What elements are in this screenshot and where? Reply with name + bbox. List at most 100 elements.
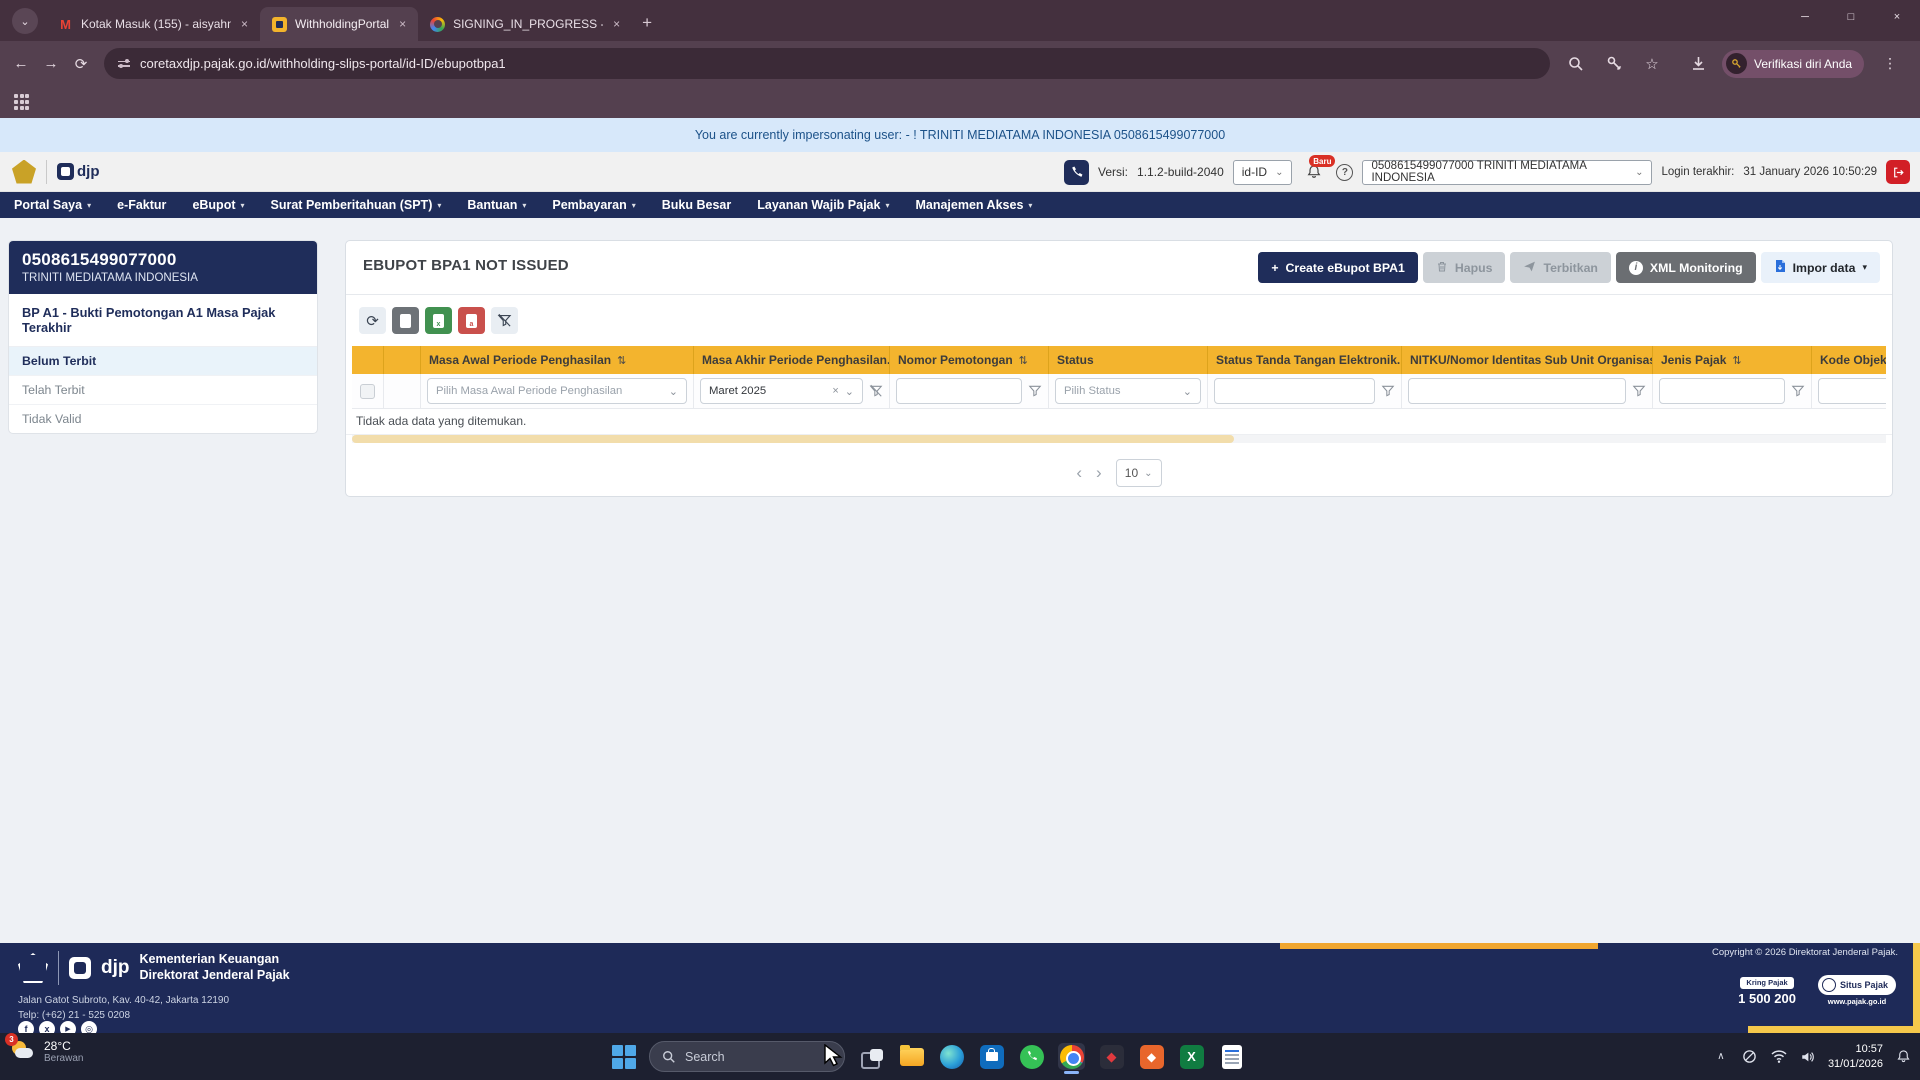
nav-spt[interactable]: Surat Pemberitahuan (SPT)▾ [271, 198, 442, 212]
do-not-disturb-icon[interactable] [1741, 1049, 1759, 1064]
column-status-ttd[interactable]: Status Tanda Tangan Elektronik... [1208, 346, 1402, 374]
funnel-icon[interactable] [1028, 384, 1042, 398]
select-all-checkbox[interactable] [360, 384, 375, 399]
footer-scrollbar-thumb[interactable] [1280, 943, 1598, 949]
jenis-pajak-input[interactable] [1659, 378, 1785, 404]
nav-manajemen-akses[interactable]: Manajemen Akses▾ [915, 198, 1032, 212]
export-pdf-button[interactable]: a [458, 307, 485, 334]
masa-akhir-select[interactable]: Maret 2025 × ⌄ [700, 378, 863, 404]
site-settings-icon[interactable] [118, 61, 130, 67]
red-app-button[interactable]: ◆ [1098, 1043, 1125, 1070]
sidebar-item-tidak-valid[interactable]: Tidak Valid [9, 405, 317, 433]
nav-e-faktur[interactable]: e-Faktur [117, 198, 166, 212]
help-button[interactable]: ? [1336, 164, 1353, 181]
tab-withholding-portal[interactable]: WithholdingPortal × [260, 7, 418, 41]
page-size-select[interactable]: 10 ⌄ [1116, 459, 1162, 487]
bottom-scrollbar[interactable] [1748, 1026, 1913, 1033]
refresh-button[interactable]: ⟳ [359, 307, 386, 334]
tab-search-button[interactable]: ⌄ [12, 8, 38, 34]
nav-bantuan[interactable]: Bantuan▾ [467, 198, 526, 212]
notification-bell-button[interactable]: Baru [1301, 159, 1327, 185]
xml-monitoring-button[interactable]: i XML Monitoring [1616, 252, 1756, 283]
bookmark-star-icon[interactable]: ☆ [1640, 55, 1664, 73]
file-explorer-button[interactable] [898, 1043, 925, 1070]
tab-signing-in-progress[interactable]: SIGNING_IN_PROGRESS - Penel × [418, 7, 632, 41]
maximize-button[interactable]: □ [1828, 0, 1874, 34]
export-excel-button[interactable]: x [425, 307, 452, 334]
column-nitku[interactable]: NITKU/Nomor Identitas Sub Unit Organisas… [1402, 346, 1653, 374]
notification-bell-icon[interactable] [1894, 1049, 1912, 1064]
nav-buku-besar[interactable]: Buku Besar [662, 198, 731, 212]
hapus-button[interactable]: Hapus [1423, 252, 1506, 283]
start-button[interactable] [612, 1045, 636, 1069]
sort-icon[interactable]: ⇅ [1732, 354, 1741, 367]
sort-icon[interactable]: ⇅ [1019, 354, 1028, 367]
microsoft-store-button[interactable] [978, 1043, 1005, 1070]
tab-gmail[interactable]: M Kotak Masuk (155) - aisyahnuru × [46, 7, 260, 41]
close-tab-icon[interactable]: × [611, 17, 622, 31]
djp-logo[interactable]: djp [57, 163, 100, 180]
sidebar-item-belum-terbit[interactable]: Belum Terbit [9, 347, 317, 376]
close-window-button[interactable]: × [1874, 0, 1920, 34]
contact-phone-button[interactable] [1064, 160, 1089, 185]
nav-layanan-wajib-pajak[interactable]: Layanan Wajib Pajak▾ [757, 198, 889, 212]
zoom-icon[interactable] [1564, 56, 1588, 72]
horizontal-scrollbar[interactable] [352, 435, 1886, 443]
column-kode-objek[interactable]: Kode Objek Pa [1812, 346, 1886, 374]
terbitkan-button[interactable]: Terbitkan [1510, 252, 1610, 283]
tray-chevron-up-icon[interactable]: ∧ [1712, 1051, 1730, 1062]
taskbar-weather-widget[interactable]: 3 28°C Berawan [10, 1038, 83, 1064]
vertical-scrollbar[interactable] [1913, 943, 1920, 1033]
logout-button[interactable] [1886, 160, 1910, 184]
url-text[interactable]: coretaxdjp.pajak.go.id/withholding-slips… [140, 56, 506, 71]
impor-data-button[interactable]: Impor data ▾ [1761, 252, 1880, 283]
column-masa-akhir[interactable]: Masa Akhir Periode Penghasilan... [694, 346, 890, 374]
browser-menu-kebab-icon[interactable]: ⋮ [1878, 55, 1902, 72]
orange-app-button[interactable]: ◆ [1138, 1043, 1165, 1070]
nomor-pemotongan-input[interactable] [896, 378, 1022, 404]
kode-objek-input[interactable] [1818, 378, 1886, 404]
taskbar-clock[interactable]: 10:57 31/01/2026 [1828, 1042, 1883, 1072]
prev-page-button[interactable]: ‹ [1076, 463, 1082, 483]
back-button[interactable]: ← [6, 55, 36, 72]
excel-button[interactable]: X [1178, 1043, 1205, 1070]
funnel-icon[interactable] [1381, 384, 1395, 398]
minimize-button[interactable]: ─ [1782, 0, 1828, 34]
close-tab-icon[interactable]: × [239, 17, 250, 31]
export-csv-button[interactable] [392, 307, 419, 334]
address-bar[interactable]: coretaxdjp.pajak.go.id/withholding-slips… [104, 48, 1550, 79]
chrome-button[interactable] [1058, 1043, 1085, 1070]
nav-ebupot[interactable]: eBupot▾ [192, 198, 244, 212]
column-masa-awal[interactable]: Masa Awal Periode Penghasilan⇅ [421, 346, 694, 374]
volume-icon[interactable] [1799, 1050, 1817, 1064]
reload-button[interactable]: ⟳ [66, 55, 96, 73]
funnel-icon[interactable] [1632, 384, 1646, 398]
create-ebupot-button[interactable]: + Create eBupot BPA1 [1258, 252, 1418, 283]
sort-icon[interactable]: ⇅ [617, 354, 626, 367]
masa-awal-select[interactable]: Pilih Masa Awal Periode Penghasilan ⌄ [427, 378, 687, 404]
column-status[interactable]: Status [1049, 346, 1208, 374]
column-nomor-pemotongan[interactable]: Nomor Pemotongan⇅ [890, 346, 1049, 374]
password-key-icon[interactable] [1602, 55, 1626, 72]
task-view-button[interactable] [858, 1043, 885, 1070]
filter-slash-icon[interactable] [869, 384, 883, 398]
funnel-icon[interactable] [1791, 384, 1805, 398]
sidebar-item-telah-terbit[interactable]: Telah Terbit [9, 376, 317, 405]
wifi-icon[interactable] [1770, 1050, 1788, 1063]
forward-button[interactable]: → [36, 55, 66, 72]
account-select[interactable]: 0508615499077000 TRINITI MEDIATAMA INDON… [1362, 160, 1652, 185]
nav-portal-saya[interactable]: Portal Saya▾ [14, 198, 91, 212]
clear-filters-button[interactable] [491, 307, 518, 334]
scrollbar-thumb[interactable] [352, 435, 1234, 443]
status-select[interactable]: Pilih Status ⌄ [1055, 378, 1201, 404]
nitku-input[interactable] [1408, 378, 1626, 404]
download-icon[interactable] [1686, 56, 1710, 71]
close-tab-icon[interactable]: × [397, 17, 408, 31]
nav-pembayaran[interactable]: Pembayaran▾ [552, 198, 635, 212]
apps-grid-icon[interactable] [14, 94, 29, 109]
profile-button[interactable]: Verifikasi diri Anda [1722, 50, 1864, 78]
status-ttd-input[interactable] [1214, 378, 1375, 404]
writer-button[interactable] [1218, 1043, 1245, 1070]
clear-icon[interactable]: × [832, 385, 838, 397]
locale-select[interactable]: id-ID ⌄ [1233, 160, 1293, 185]
